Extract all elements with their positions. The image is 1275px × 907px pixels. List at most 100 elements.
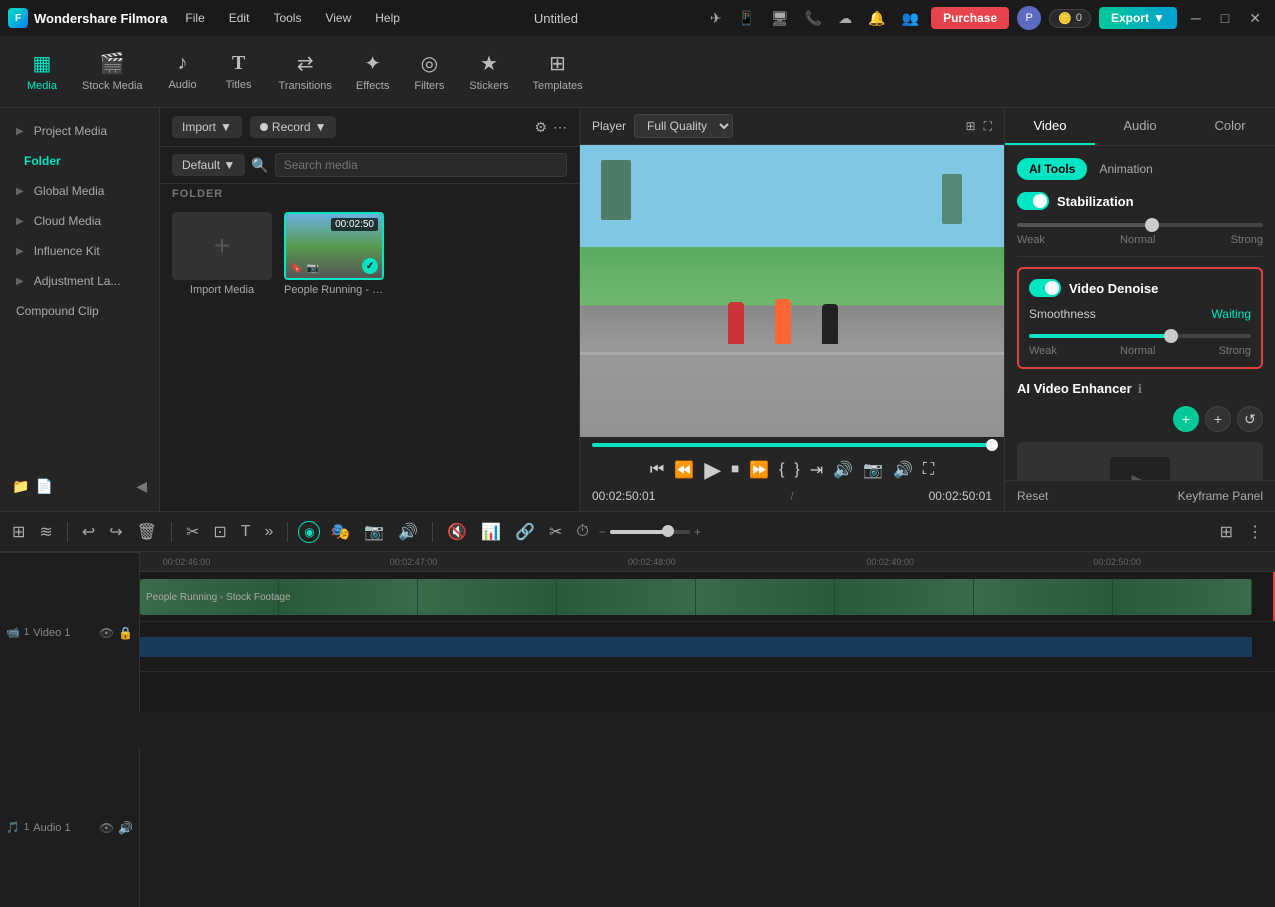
audio-1-track-content[interactable]	[140, 622, 1275, 671]
split-icon[interactable]: ✂	[545, 520, 566, 544]
fullscreen-icon[interactable]: ⛶	[984, 119, 992, 134]
audio-volume-icon[interactable]: 🔊	[118, 821, 133, 835]
expand-button[interactable]: ⛶	[923, 461, 934, 479]
sidebar-item-compound-clip[interactable]: Compound Clip	[0, 296, 159, 326]
ai-plus-button[interactable]: +	[1173, 406, 1199, 432]
stabilization-slider[interactable]	[1017, 223, 1263, 227]
scene-detect-icon[interactable]: ⊞	[8, 520, 29, 544]
cloud-icon[interactable]: ☁	[834, 8, 856, 29]
toolbar-stickers[interactable]: ★ Stickers	[459, 45, 518, 98]
keyframe-panel-button[interactable]: Keyframe Panel	[1178, 489, 1263, 503]
ai-tools-tab[interactable]: AI Tools	[1017, 158, 1087, 180]
grid-icon[interactable]: ⊞	[1216, 520, 1237, 544]
grid-view-icon[interactable]: ⊞	[966, 119, 976, 133]
smoothness-slider[interactable]	[1029, 334, 1251, 338]
player-tab[interactable]: Player	[592, 119, 626, 133]
monitor-icon[interactable]: 🖥	[767, 8, 793, 29]
cut-button[interactable]: ✂	[182, 520, 203, 544]
filter-icon[interactable]: ⚙	[534, 119, 547, 136]
voice-icon[interactable]: 🔊	[394, 520, 422, 544]
toolbar-templates[interactable]: ⊞ Templates	[522, 45, 592, 98]
pip-button[interactable]: 🔊	[893, 460, 913, 480]
crop-button[interactable]: ⊡	[209, 520, 230, 544]
sidebar-item-global-media[interactable]: ▶ Global Media	[0, 176, 159, 206]
step-forward-button[interactable]: ⏩	[749, 460, 769, 480]
stabilization-toggle[interactable]	[1017, 192, 1049, 210]
reset-button[interactable]: Reset	[1017, 489, 1048, 503]
sidebar-item-project-media[interactable]: ▶ Project Media	[0, 116, 159, 146]
sidebar-item-influence-kit[interactable]: ▶ Influence Kit	[0, 236, 159, 266]
progress-bar[interactable]	[592, 443, 992, 447]
mark-out-button[interactable]: }	[794, 461, 799, 479]
silence-icon[interactable]: 🔇	[443, 520, 471, 544]
people-icon[interactable]: 👥	[898, 8, 923, 29]
animation-tab[interactable]: Animation	[1091, 158, 1160, 180]
toolbar-titles[interactable]: T Titles	[213, 46, 265, 97]
sidebar-item-adjustment[interactable]: ▶ Adjustment La...	[0, 266, 159, 296]
list-item[interactable]: + Import Media	[172, 212, 272, 296]
toolbar-filters[interactable]: ◎ Filters	[403, 45, 455, 98]
stop-button[interactable]: ⏹	[731, 461, 739, 479]
add-media-icon[interactable]: 📄	[35, 478, 52, 495]
import-button[interactable]: Import ▼	[172, 116, 242, 138]
audio-eye-icon[interactable]: 👁	[99, 821, 114, 835]
audio-clip[interactable]	[140, 637, 1252, 657]
ai-refresh-button[interactable]: ↺	[1237, 406, 1263, 432]
purchase-button[interactable]: Purchase	[931, 7, 1009, 29]
waiting-link[interactable]: Waiting	[1211, 307, 1251, 321]
sidebar-item-cloud-media[interactable]: ▶ Cloud Media	[0, 206, 159, 236]
undo-button[interactable]: ↩	[78, 520, 99, 544]
menu-file[interactable]: File	[179, 9, 210, 27]
add-folder-icon[interactable]: 📁	[12, 478, 29, 495]
color-match-icon[interactable]: ◉	[298, 521, 320, 543]
export-button[interactable]: Export ▼	[1099, 7, 1177, 29]
minimize-button[interactable]: ─	[1185, 8, 1207, 28]
ripple-icon[interactable]: ≋	[35, 520, 56, 544]
camera2-icon[interactable]: 📷	[360, 520, 388, 544]
menu-edit[interactable]: Edit	[223, 9, 256, 27]
default-button[interactable]: Default ▼	[172, 154, 245, 176]
tab-color[interactable]: Color	[1185, 108, 1275, 145]
people-running-thumb[interactable]: 00:02:50 🔖 📷 ✓	[284, 212, 384, 280]
toolbar-effects[interactable]: ✦ Effects	[346, 45, 399, 98]
info-icon[interactable]: ℹ	[1138, 382, 1143, 396]
step-back-button[interactable]: ⏪	[674, 460, 694, 480]
toolbar-stock-media[interactable]: 🎬 Stock Media	[72, 45, 153, 98]
add-track-icon[interactable]: 📊	[477, 520, 505, 544]
video-clip[interactable]: People Running - Stock Footage	[140, 579, 1252, 615]
record-button[interactable]: Record ▼	[250, 116, 337, 138]
maximize-button[interactable]: □	[1215, 8, 1235, 28]
phone-icon[interactable]: 📞	[801, 8, 826, 29]
speed-icon[interactable]: ⏱	[572, 521, 592, 543]
minus-icon[interactable]: −	[599, 525, 606, 539]
toolbar-transitions[interactable]: ⇄ Transitions	[269, 45, 342, 98]
ai-add-button[interactable]: +	[1205, 406, 1231, 432]
menu-view[interactable]: View	[319, 9, 357, 27]
collapse-panel-icon[interactable]: ◀	[136, 478, 147, 495]
import-media-thumb[interactable]: +	[172, 212, 272, 280]
plus-icon[interactable]: +	[694, 525, 701, 539]
voice-button[interactable]: 🔊	[833, 460, 853, 480]
toolbar-media[interactable]: ▦ Media	[16, 45, 68, 98]
clip-join-icon[interactable]: 🔗	[511, 520, 539, 544]
redo-button[interactable]: ↪	[105, 520, 126, 544]
lock-icon[interactable]: 🔒	[118, 626, 133, 640]
video-denoise-toggle[interactable]	[1029, 279, 1061, 297]
share-icon[interactable]: ✈	[706, 8, 726, 29]
toolbar-audio[interactable]: ♪ Audio	[157, 46, 209, 97]
more-edits-icon[interactable]: »	[261, 521, 278, 543]
motion-icon[interactable]: 🎭	[326, 520, 354, 544]
tab-audio[interactable]: Audio	[1095, 108, 1185, 145]
insert-button[interactable]: ⇥	[810, 460, 823, 480]
profile-button[interactable]: P	[1017, 6, 1041, 30]
menu-tools[interactable]: Tools	[267, 9, 307, 27]
video-1-track-content[interactable]: People Running - Stock Footage	[140, 572, 1275, 621]
kebab-icon[interactable]: ⋮	[1243, 520, 1267, 544]
bell-icon[interactable]: 🔔	[864, 8, 889, 29]
device-icon[interactable]: 📱	[734, 8, 759, 29]
sidebar-item-folder[interactable]: Folder	[0, 146, 159, 176]
delete-button[interactable]: 🗑	[133, 520, 161, 544]
more-options-icon[interactable]: ⋯	[553, 119, 567, 136]
quality-select[interactable]: Full Quality	[634, 114, 733, 138]
snapshot-button[interactable]: 📷	[863, 460, 883, 480]
